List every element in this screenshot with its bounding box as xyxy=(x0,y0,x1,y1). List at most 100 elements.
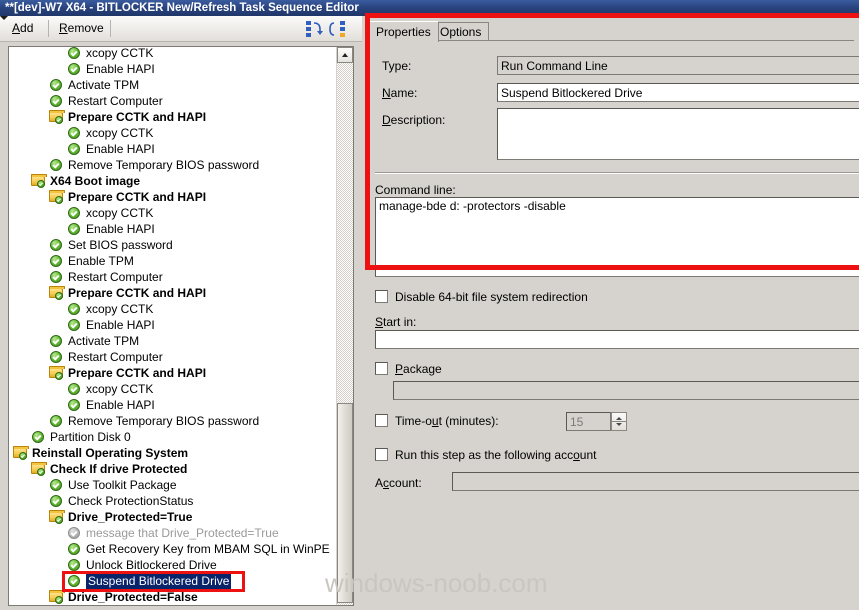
tree-item-label: xcopy CCTK xyxy=(86,382,154,396)
description-label: Description: xyxy=(382,113,446,127)
step-enabled-icon xyxy=(67,126,82,140)
add-button[interactable]: Add xyxy=(6,19,39,38)
expand-all-icon[interactable] xyxy=(328,20,347,38)
tree-item[interactable]: Remove Temporary BIOS password xyxy=(9,157,337,173)
tab-options[interactable]: Options xyxy=(432,22,490,41)
tree-item[interactable]: Restart Computer xyxy=(9,269,337,285)
tree-item-label: Restart Computer xyxy=(68,94,163,108)
tree-item-label: Prepare CCTK and HAPI xyxy=(68,110,207,124)
tree-item[interactable]: Prepare CCTK and HAPI xyxy=(9,189,337,205)
name-label-rest: ame: xyxy=(390,86,418,100)
tree-item[interactable]: Use Toolkit Package xyxy=(9,477,337,493)
step-enabled-icon xyxy=(49,78,64,92)
step-enabled-icon xyxy=(49,478,64,492)
tree-item[interactable]: Enable TPM xyxy=(9,253,337,269)
run-as-account-label: Run this step as the following account xyxy=(395,448,597,462)
start-in-input[interactable] xyxy=(375,330,859,349)
step-enabled-icon xyxy=(49,254,64,268)
account-input[interactable] xyxy=(452,472,859,491)
remove-button-label-rest: emove xyxy=(67,21,104,35)
tab-properties[interactable]: Properties xyxy=(368,21,439,42)
tree-item[interactable]: xcopy CCTK xyxy=(9,381,337,397)
tree-item-label: message that Drive_Protected=True xyxy=(86,526,279,540)
tree-toolbar: Add Remove xyxy=(0,16,362,42)
name-label: Name: xyxy=(382,86,418,100)
tree-item[interactable]: Activate TPM xyxy=(9,77,337,93)
tree-item-label: Unlock Bitlockered Drive xyxy=(86,558,217,572)
tree-item[interactable]: Prepare CCTK and HAPI xyxy=(9,365,337,381)
account-label: Account: xyxy=(375,476,422,490)
tab-underline xyxy=(368,40,854,41)
tree-item-label: Drive_Protected=True xyxy=(68,510,193,524)
tree-item[interactable]: Set BIOS password xyxy=(9,237,337,253)
step-enabled-icon xyxy=(67,222,82,236)
tree-item[interactable]: Remove Temporary BIOS password xyxy=(9,413,337,429)
package-input[interactable] xyxy=(393,381,859,400)
tree-item[interactable]: xcopy CCTK xyxy=(9,125,337,141)
package-checkbox[interactable] xyxy=(375,362,388,375)
package-label-rest: ackage xyxy=(403,362,442,376)
start-in-label-rest: tart in: xyxy=(383,315,417,329)
tree-item[interactable]: xcopy CCTK xyxy=(9,47,337,61)
step-enabled-icon xyxy=(49,158,64,172)
tree-item[interactable]: Drive_Protected=True xyxy=(9,509,337,525)
tree-item[interactable]: Check ProtectionStatus xyxy=(9,493,337,509)
tree-item[interactable]: Prepare CCTK and HAPI xyxy=(9,109,337,125)
tree-item[interactable]: Enable HAPI xyxy=(9,221,337,237)
step-enabled-icon xyxy=(67,382,82,396)
tree-item-label: xcopy CCTK xyxy=(86,302,154,316)
section-divider xyxy=(375,172,859,174)
tree-item[interactable]: Restart Computer xyxy=(9,93,337,109)
tree-scroll-viewport: xcopy CCTK Enable HAPI Activate TPM Restart… xyxy=(9,47,337,605)
name-input[interactable]: Suspend Bitlockered Drive xyxy=(497,83,859,102)
tree-item[interactable]: X64 Boot image xyxy=(9,173,337,189)
run-as-account-checkbox[interactable] xyxy=(375,448,388,461)
tree-item[interactable]: Enable HAPI xyxy=(9,397,337,413)
tree-item[interactable]: Suspend Bitlockered Drive xyxy=(9,573,337,589)
tree-item[interactable]: Enable HAPI xyxy=(9,61,337,77)
tree-item[interactable]: Check If drive Protected xyxy=(9,461,337,477)
tree-item[interactable]: Prepare CCTK and HAPI xyxy=(9,285,337,301)
description-input[interactable] xyxy=(497,108,859,160)
tree-item-label: Use Toolkit Package xyxy=(68,478,177,492)
tree-item[interactable]: Unlock Bitlockered Drive xyxy=(9,557,337,573)
step-enabled-icon xyxy=(67,542,82,556)
tree-item[interactable]: Activate TPM xyxy=(9,333,337,349)
command-line-input[interactable]: manage-bde d: -protectors -disable xyxy=(375,197,859,277)
tree-item[interactable]: Drive_Protected=False xyxy=(9,589,337,605)
stepper-divider xyxy=(612,421,626,422)
tree-item-list: xcopy CCTK Enable HAPI Activate TPM Restart… xyxy=(9,47,337,605)
account-label-a: A xyxy=(375,476,384,490)
tree-item[interactable]: xcopy CCTK xyxy=(9,205,337,221)
disable-redirection-checkbox[interactable] xyxy=(375,290,388,303)
scroll-up-arrow[interactable] xyxy=(337,47,353,63)
timeout-label-b: t (minutes): xyxy=(438,414,499,428)
type-label: Type: xyxy=(382,59,412,73)
run-as-label-b: unt xyxy=(579,448,597,462)
remove-button[interactable]: Remove xyxy=(53,19,110,38)
tree-item[interactable]: Get Recovery Key from MBAM SQL in WinPE xyxy=(9,541,337,557)
collapse-all-icon[interactable] xyxy=(305,20,324,38)
tree-item[interactable]: Partition Disk 0 xyxy=(9,429,337,445)
tree-item-label: Prepare CCTK and HAPI xyxy=(68,366,207,380)
tree-item[interactable]: Reinstall Operating System xyxy=(9,445,337,461)
tree-item[interactable]: Enable HAPI xyxy=(9,141,337,157)
tree-item[interactable]: xcopy CCTK xyxy=(9,301,337,317)
timeout-stepper[interactable] xyxy=(611,412,627,431)
tree-item[interactable]: Enable HAPI xyxy=(9,317,337,333)
tree-item[interactable]: Restart Computer xyxy=(9,349,337,365)
timeout-checkbox[interactable] xyxy=(375,414,388,427)
toolbar-separator xyxy=(110,20,111,37)
command-line-label-text: Command line: xyxy=(375,183,456,197)
properties-tab-strip: Properties Options xyxy=(368,21,854,42)
properties-pane: Properties Options Type: Run Command Lin… xyxy=(363,16,859,610)
stepper-down-icon[interactable] xyxy=(616,423,622,426)
task-sequence-tree[interactable]: xcopy CCTK Enable HAPI Activate TPM Restart… xyxy=(8,46,354,606)
step-enabled-icon xyxy=(49,238,64,252)
tree-vertical-scrollbar[interactable] xyxy=(336,47,353,605)
tree-item-label: Check ProtectionStatus xyxy=(68,494,194,508)
stepper-up-icon[interactable] xyxy=(616,417,622,420)
timeout-input[interactable]: 15 xyxy=(566,412,611,431)
step-enabled-icon xyxy=(67,142,82,156)
tree-item[interactable]: message that Drive_Protected=True xyxy=(9,525,337,541)
